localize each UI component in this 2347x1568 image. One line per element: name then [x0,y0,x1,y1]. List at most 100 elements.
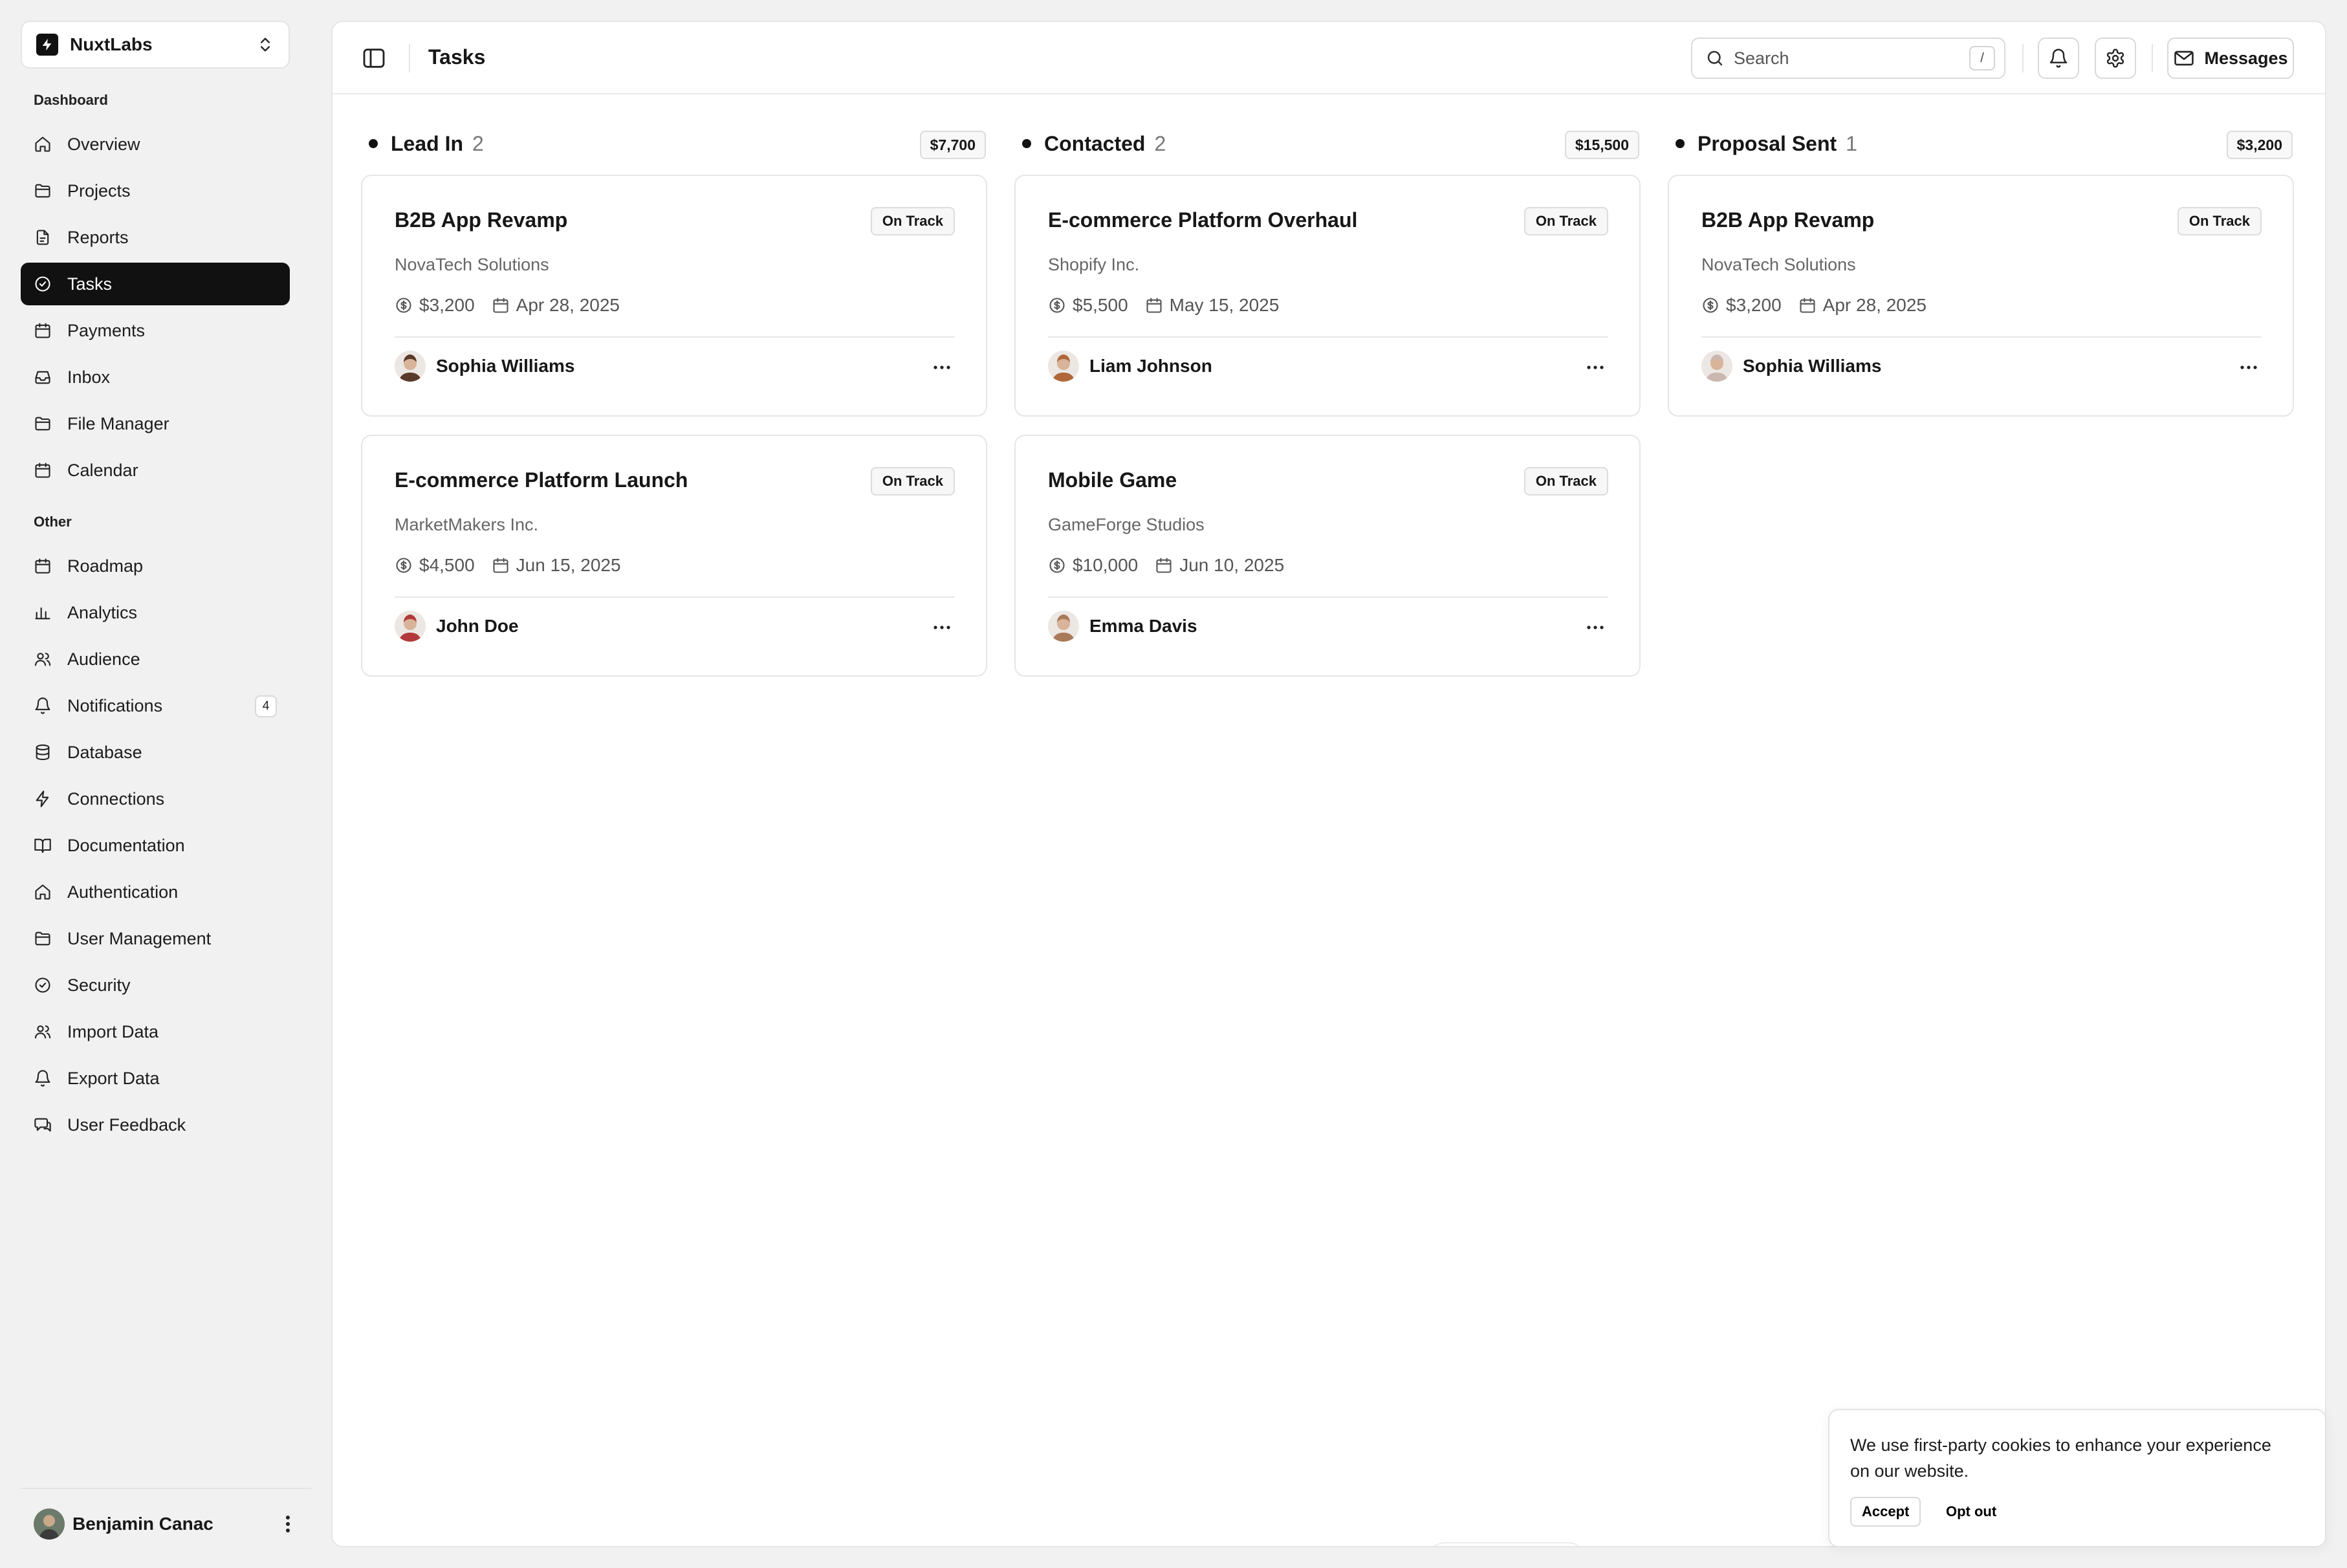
card-owner: Emma Davis [1048,611,1197,642]
sidebar-item-analytics[interactable]: Analytics [21,591,290,634]
more-horizontal-icon[interactable] [929,615,955,640]
sidebar-item-calendar[interactable]: Calendar [21,449,290,492]
card-date: Jun 10, 2025 [1179,555,1285,575]
sidebar-item-payments[interactable]: Payments [21,309,290,352]
deal-card[interactable]: Mobile Game On Track GameForge Studios $10,… [1014,435,1641,677]
card-company: NovaTech Solutions [395,255,549,274]
sidebar-item-inbox[interactable]: Inbox [21,356,290,398]
sidebar-item-export-data[interactable]: Export Data [21,1057,290,1100]
status-dot [369,139,378,148]
search-input[interactable]: Search / [1691,38,2005,79]
avatar [395,611,426,642]
sidebar-item-user-feedback[interactable]: User Feedback [21,1104,290,1146]
sidebar-item-label: Analytics [67,602,138,622]
card-owner: John Doe [395,611,519,642]
column-total-badge: $3,200 [2226,131,2293,159]
sidebar-item-tasks[interactable]: Tasks [21,263,290,305]
sidebar-item-database[interactable]: Database [21,731,290,774]
users-icon [34,650,52,668]
owner-name: Liam Johnson [1089,356,1212,376]
settings-button[interactable] [2095,38,2136,79]
calendar-icon [1155,556,1173,574]
calendar-icon [492,296,510,314]
sidebar-item-label: Import Data [67,1021,159,1041]
user-name: Benjamin Canac [72,1514,213,1534]
home-icon [34,883,52,901]
card-meta: $3,200 Apr 28, 2025 [395,295,620,316]
sidebar-item-file-manager[interactable]: File Manager [21,402,290,445]
sidebar-item-notifications[interactable]: Notifications 4 [21,684,290,727]
card-company: GameForge Studios [1048,515,1205,534]
main-panel: Tasks Search / Messages Lead In 2 $7,700… [331,21,2326,1547]
sidebar-item-connections[interactable]: Connections [21,778,290,820]
sidebar-item-overview[interactable]: Overview [21,123,290,166]
sidebar-item-user-management[interactable]: User Management [21,917,290,960]
more-horizontal-icon[interactable] [929,354,955,380]
more-horizontal-icon[interactable] [1582,615,1608,640]
column-header: Proposal Sent 1 $3,200 [1668,123,2300,164]
users-icon [34,1023,52,1041]
dev-toolbar[interactable]: 252ms [1427,1542,1586,1546]
sidebar-item-label: Payments [67,320,146,340]
sidebar: NuxtLabs Dashboard Overview Projects Repor… [0,0,312,1568]
avatar [395,351,426,382]
deal-card[interactable]: B2B App Revamp On Track NovaTech Solutions… [361,175,987,417]
sidebar-item-authentication[interactable]: Authentication [21,871,290,913]
status-dot [1676,139,1685,148]
sidebar-item-documentation[interactable]: Documentation [21,824,290,867]
chat-icon [34,1116,52,1134]
sidebar-item-security[interactable]: Security [21,964,290,1007]
divider [2152,44,2153,72]
more-horizontal-icon[interactable] [1582,354,1608,380]
avatar [1701,351,1732,382]
card-date: May 15, 2025 [1169,295,1280,315]
file-icon [34,228,52,246]
deal-card[interactable]: E-commerce Platform Launch On Track Market… [361,435,987,677]
search-icon [1705,49,1725,68]
sidebar-item-import-data[interactable]: Import Data [21,1010,290,1053]
column-header: Contacted 2 $15,500 [1014,123,1647,164]
card-meta: $10,000 Jun 10, 2025 [1048,555,1284,576]
team-switcher[interactable]: NuxtLabs [21,21,290,69]
sidebar-item-roadmap[interactable]: Roadmap [21,545,290,587]
dollar-circle-icon [395,296,413,314]
card-meta: $3,200 Apr 28, 2025 [1701,295,1927,316]
calendar-icon [34,461,52,479]
sidebar-item-reports[interactable]: Reports [21,216,290,259]
calendar-icon [1798,296,1817,314]
sidebar-item-label: Export Data [67,1068,160,1088]
messages-button[interactable]: Messages [2167,38,2294,79]
divider [395,336,955,338]
bolt-icon [34,790,52,808]
more-vertical-icon[interactable] [277,1513,299,1535]
deal-card[interactable]: E-commerce Platform Overhaul On Track Shop… [1014,175,1641,417]
card-owner: Sophia Williams [1701,351,1881,382]
folder-icon [34,182,52,200]
cookie-text: We use first-party cookies to enhance yo… [1850,1435,2271,1481]
sidebar-item-label: User Management [67,928,212,948]
deal-card[interactable]: B2B App Revamp On Track NovaTech Solutions… [1668,175,2294,417]
sidebar-item-label: Projects [67,180,131,201]
book-icon [34,836,52,855]
divider [2022,44,2024,72]
status-badge: On Track [870,467,955,495]
status-badge: On Track [1523,467,1608,495]
card-company: MarketMakers Inc. [395,515,539,534]
notifications-button[interactable] [2038,38,2079,79]
cookie-accept-button[interactable]: Accept [1850,1497,1921,1527]
sidebar-collapse-icon[interactable] [361,45,387,71]
gear-icon [2105,48,2126,69]
more-horizontal-icon[interactable] [2236,354,2262,380]
dollar-circle-icon [1048,296,1066,314]
sidebar-item-label: File Manager [67,413,169,433]
folder-icon [34,930,52,948]
cookie-optout-button[interactable]: Opt out [1937,1497,2005,1527]
user-menu[interactable]: Benjamin Canac [21,1488,312,1559]
team-name: NuxtLabs [70,34,153,54]
card-date: Apr 28, 2025 [1822,295,1927,315]
bell-icon [34,697,52,715]
card-owner: Sophia Williams [395,351,574,382]
sidebar-item-audience[interactable]: Audience [21,638,290,681]
sidebar-item-projects[interactable]: Projects [21,169,290,212]
card-date: Apr 28, 2025 [516,295,620,315]
